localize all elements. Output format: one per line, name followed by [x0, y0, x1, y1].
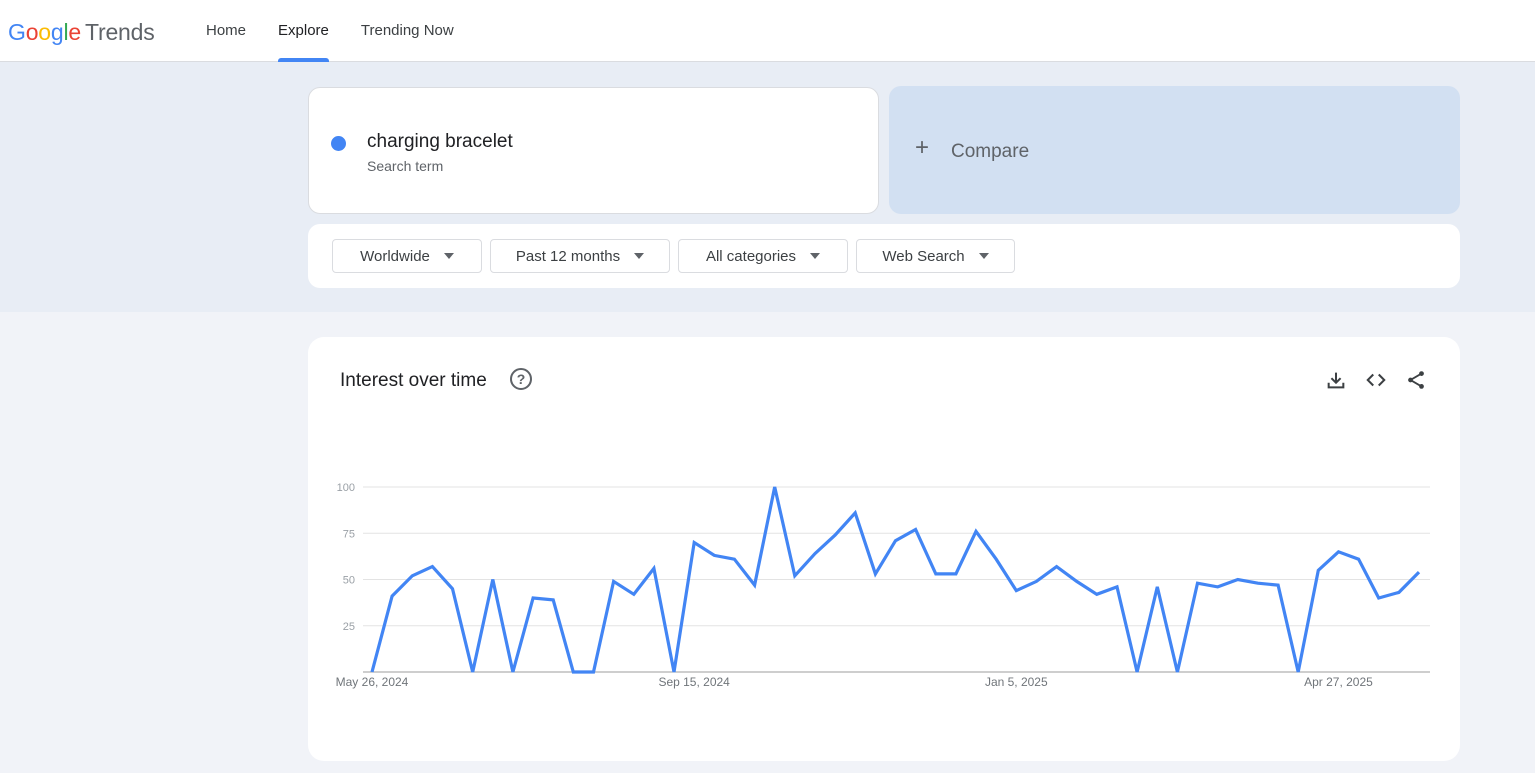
main-nav: Home Explore Trending Now: [190, 0, 470, 62]
caret-down-icon: [978, 253, 989, 259]
nav-trending-now[interactable]: Trending Now: [345, 0, 470, 61]
interest-line-chart: 25 50 75 100 May 26, 2024 Sep 15, 2024 Jan 5, …: [336, 482, 1430, 689]
x-tick-label: Jan 5, 2025: [985, 675, 1048, 689]
y-tick-label: 25: [343, 621, 355, 633]
plus-icon: +: [915, 134, 930, 161]
caret-down-icon: [634, 253, 645, 259]
y-tick-label: 100: [337, 482, 355, 494]
nav-explore[interactable]: Explore: [262, 0, 345, 62]
y-tick-label: 75: [343, 528, 355, 540]
compare-label: Compare: [951, 141, 1030, 162]
interest-over-time-card: Interest over time ? 25 50 75 100 May 26, 20…: [308, 337, 1460, 761]
y-tick-label: 50: [343, 575, 355, 587]
time-range-value: Past 12 months: [515, 247, 621, 265]
logo-letter: o: [38, 19, 51, 45]
category-dropdown[interactable]: All categories: [678, 239, 848, 273]
x-tick-label: May 26, 2024: [336, 675, 409, 689]
logo-letter: G: [8, 19, 26, 45]
logo-letter: g: [50, 19, 64, 45]
search-term-name: charging bracelet: [367, 131, 513, 152]
region-dropdown[interactable]: Worldwide: [332, 239, 482, 273]
search-term-type: Search term: [367, 158, 444, 174]
search-type-dropdown[interactable]: Web Search: [856, 239, 1015, 273]
x-tick-label: Sep 15, 2024: [658, 675, 730, 689]
time-range-dropdown[interactable]: Past 12 months: [490, 239, 670, 273]
category-value: All categories: [705, 247, 797, 265]
filters-bar: Worldwide Past 12 months All categories …: [308, 224, 1460, 288]
caret-down-icon: [810, 253, 821, 259]
x-tick-label: Apr 27, 2025: [1304, 675, 1373, 689]
caret-down-icon: [443, 253, 454, 259]
region-value: Worldwide: [360, 247, 430, 265]
logo-letter: o: [25, 19, 39, 45]
google-trends-logo[interactable]: Google Trends: [8, 17, 155, 47]
search-term-card[interactable]: charging bracelet Search term: [308, 87, 879, 214]
compare-button[interactable]: + Compare: [889, 86, 1460, 214]
logo-letter: e: [68, 19, 81, 45]
term-color-dot: [331, 136, 346, 151]
logo-product-name: Trends: [85, 19, 155, 45]
top-bar: Google Trends Home Explore Trending Now: [0, 0, 1535, 62]
search-type-value: Web Search: [882, 247, 965, 265]
nav-home[interactable]: Home: [190, 0, 262, 61]
